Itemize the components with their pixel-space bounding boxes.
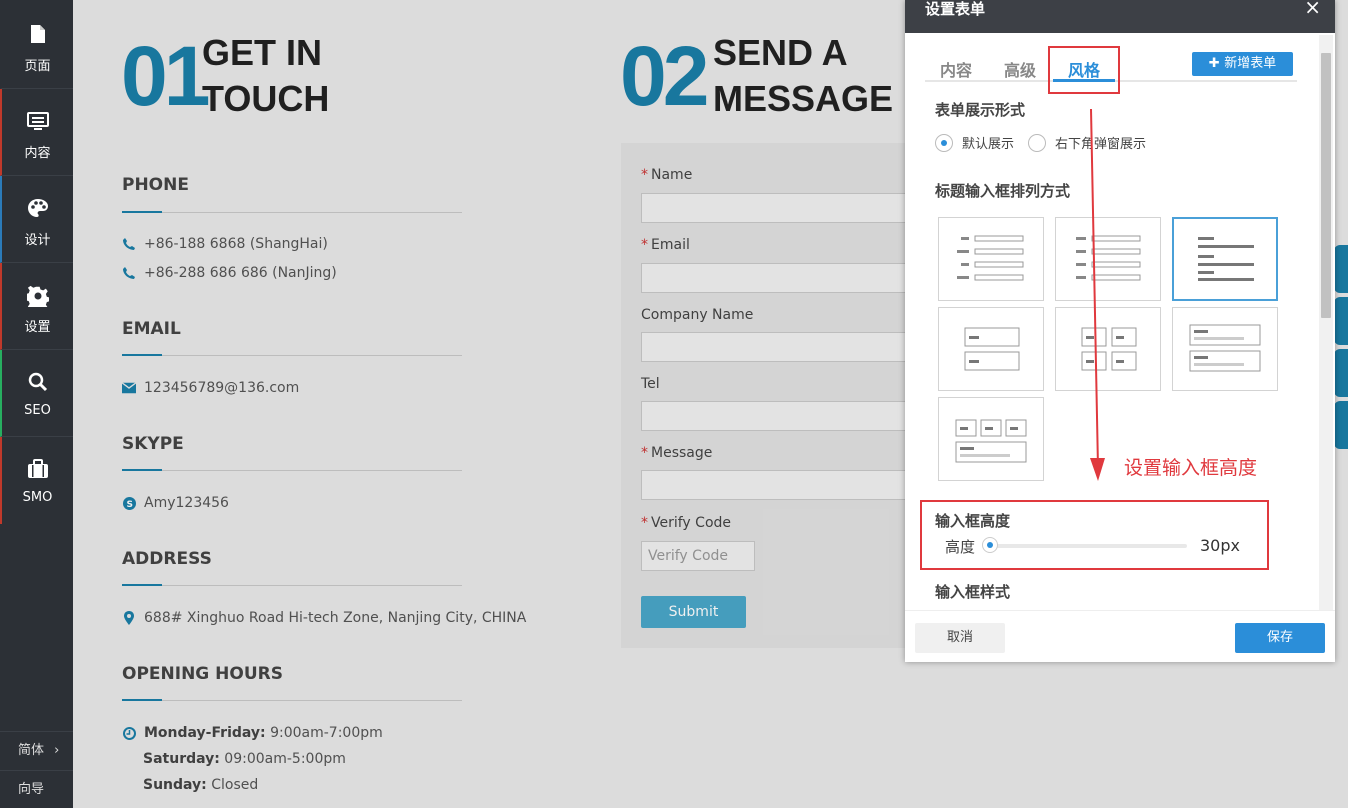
height-value: 30px [1200,536,1240,555]
add-form-label: 新增表单 [1224,56,1277,71]
radio-default[interactable] [935,133,953,152]
sidebar-item-label: 页面 [24,59,51,74]
height-slider-track[interactable] [991,544,1187,548]
guide-label: 向导 [18,782,45,797]
sidebar-item-label: 设置 [24,320,51,335]
tab-advanced[interactable]: 高级 [1004,57,1036,81]
radio-popup[interactable] [1028,133,1047,152]
dialog-body: 内容 高级 风格 ✚ 新增表单 表单展示形式 默认展示 右下角弹窗展示 标题输入… [905,33,1335,610]
guide-button[interactable]: 向导 [0,770,73,808]
scrollbar-thumb[interactable] [1321,53,1331,318]
plus-icon: ✚ [1208,56,1225,71]
language-label: 简体 [18,743,45,758]
dialog-header: 设置表单 × [905,0,1335,33]
save-button[interactable]: 保存 [1235,623,1325,653]
search-icon [2,372,73,394]
sidebar-item-smo[interactable]: SMO [0,437,73,524]
height-label: 高度 [945,538,976,556]
layout-heading: 标题输入框排列方式 [935,182,1071,200]
tab-content[interactable]: 内容 [940,57,972,81]
tab-highlight-box [1048,46,1120,94]
dialog-title: 设置表单 [925,0,986,18]
radio-default-label: 默认展示 [962,137,1015,152]
sidebar-item-seo[interactable]: SEO [0,350,73,437]
form-settings-dialog: 设置表单 × 内容 高级 风格 ✚ 新增表单 表单展示形式 默认展示 右下角弹窗… [905,0,1335,662]
display-mode-heading: 表单展示形式 [935,101,1026,119]
sidebar-item-page[interactable]: 页面 [0,2,73,89]
cancel-button[interactable]: 取消 [915,623,1005,653]
palette-icon [2,198,73,220]
chevron-right-icon: › [54,743,60,758]
layout-option-1[interactable] [938,217,1044,301]
height-slider-knob[interactable] [982,537,998,553]
layout-option-4[interactable] [938,307,1044,391]
content-icon [2,111,73,133]
sidebar: 页面 内容 设计 设置 SEO SMO 简体 › 向导 [0,0,73,808]
annotation-arrow [1090,108,1105,481]
input-height-heading: 输入框高度 [935,512,1011,530]
add-form-button[interactable]: ✚ 新增表单 [1192,52,1293,76]
layout-option-6[interactable] [1172,307,1278,391]
sidebar-item-label: SEO [24,403,51,418]
close-icon[interactable]: × [1304,0,1321,17]
sidebar-item-design[interactable]: 设计 [0,176,73,263]
sidebar-item-settings[interactable]: 设置 [0,263,73,350]
sidebar-item-content[interactable]: 内容 [0,89,73,176]
sidebar-item-label: SMO [22,490,53,505]
layout-option-7[interactable] [938,397,1044,481]
sidebar-item-label: 设计 [24,233,51,248]
annotation-text: 设置输入框高度 [1124,457,1258,479]
briefcase-icon [2,459,73,481]
layout-option-3-selected[interactable] [1172,217,1278,301]
dialog-footer: 取消 保存 [905,610,1335,662]
gear-icon [2,285,73,307]
input-style-heading: 输入框样式 [935,583,1011,601]
sidebar-item-label: 内容 [24,146,51,161]
language-switcher[interactable]: 简体 › [0,731,73,769]
page-icon [2,24,73,46]
